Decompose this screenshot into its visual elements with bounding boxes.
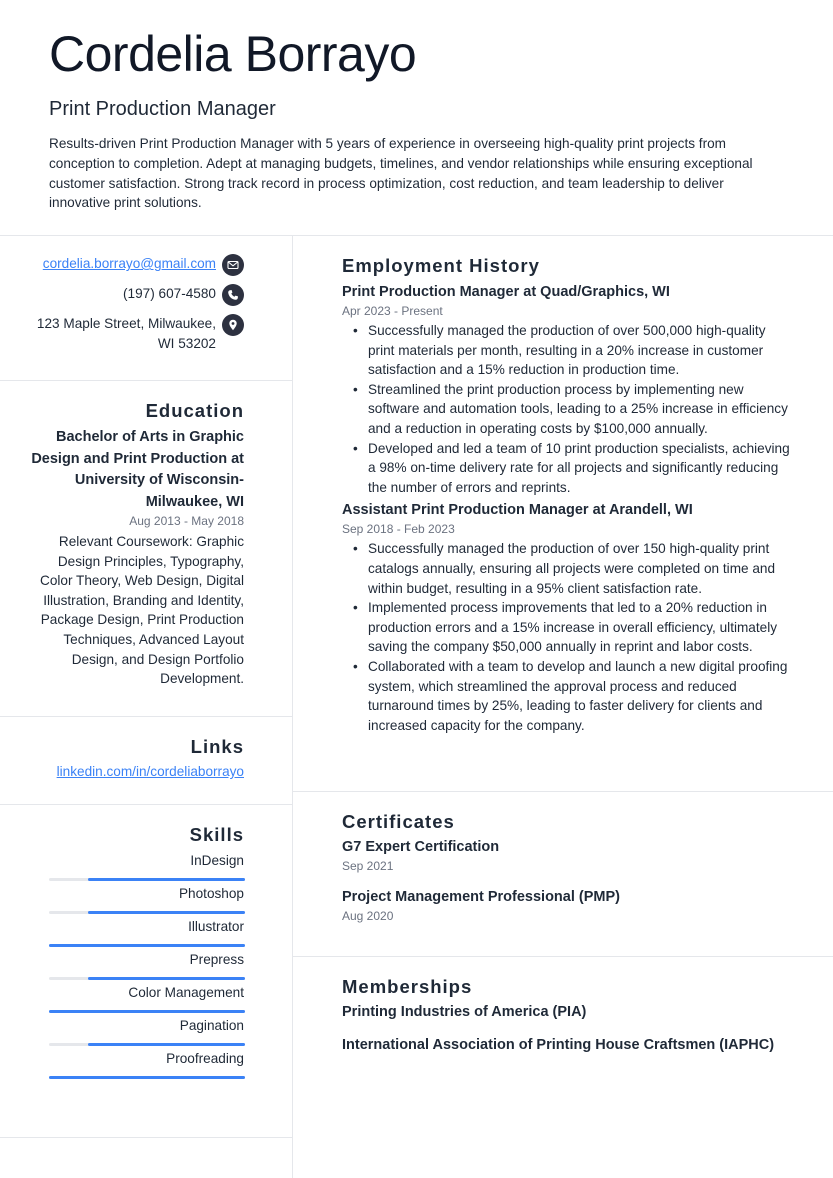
job-bullets: Successfully managed the production of o… (342, 539, 793, 735)
section-heading: Memberships (342, 976, 473, 997)
certificate-date: Aug 2020 (342, 909, 394, 923)
coursework: Relevant Coursework: Graphic Design Prin… (40, 534, 244, 687)
profile-summary: Results-driven Print Production Manager … (49, 136, 753, 211)
section-heading: Skills (189, 824, 244, 845)
skill-item: Proofreading (30, 1050, 245, 1079)
contact-email: cordelia.borrayo@gmail.com (30, 254, 244, 276)
candidate-name: Cordelia Borrayo (49, 26, 417, 82)
skill-level-fill (88, 911, 245, 914)
job-bullet: Successfully managed the production of o… (342, 321, 793, 380)
map-pin-icon (222, 314, 244, 336)
job-bullet: Collaborated with a team to develop and … (342, 657, 793, 735)
skill-name: InDesign (190, 853, 244, 868)
contact-section: cordelia.borrayo@gmail.com (197) 607-458… (0, 236, 292, 381)
skill-level-bar (49, 911, 245, 914)
job-bullet: Streamlined the print production process… (342, 380, 793, 439)
contact-phone: (197) 607-4580 (30, 284, 244, 306)
skills-section: Skills InDesign Photoshop Illustrator Prepr… (0, 805, 292, 1138)
skill-level-bar (49, 977, 245, 980)
job-title: Assistant Print Production Manager at Ar… (342, 502, 693, 519)
skill-name: Photoshop (178, 886, 244, 901)
certificate-item: Project Management Professional (PMP) Aug… (342, 887, 793, 925)
job-bullet: Successfully managed the production of o… (342, 539, 793, 598)
left-column: cordelia.borrayo@gmail.com (197) 607-458… (0, 236, 293, 1178)
skill-name: Pagination (179, 1018, 244, 1033)
phone-icon (222, 284, 244, 306)
education-section: Education Bachelor of Arts in Graphic De… (0, 381, 292, 717)
skill-item: Pagination (30, 1017, 245, 1046)
certificate-date: Sep 2021 (342, 859, 394, 873)
skill-name: Proofreading (166, 1051, 244, 1066)
skill-name: Prepress (189, 952, 244, 967)
skill-level-bar (49, 1010, 245, 1013)
degree: Bachelor of Arts in Graphic Design and P… (31, 429, 244, 510)
contact-address: 123 Maple Street, Milwaukee, WI 53202 (30, 314, 244, 354)
links-section: Links linkedin.com/in/cordeliaborrayo (0, 717, 292, 805)
address: 123 Maple Street, Milwaukee, WI 53202 (36, 316, 216, 351)
certificates-section: Certificates G7 Expert Certification Sep … (293, 792, 833, 957)
skill-level-fill (49, 1076, 245, 1079)
section-heading: Education (145, 400, 244, 421)
skill-level-fill (49, 1010, 245, 1013)
section-heading: Certificates (342, 811, 455, 832)
skill-level-fill (88, 977, 245, 980)
skill-level-fill (49, 944, 245, 947)
employment-section: Employment History Print Production Mana… (293, 236, 833, 792)
phone-number: (197) 607-4580 (123, 286, 216, 301)
envelope-icon (222, 254, 244, 276)
job-dates: Sep 2018 - Feb 2023 (342, 522, 455, 537)
section-heading: Links (190, 736, 244, 757)
certificate-name: G7 Expert Certification (342, 839, 500, 855)
skill-level-bar (49, 944, 245, 947)
skill-item: Illustrator (30, 918, 245, 947)
memberships-section: Memberships Printing Industries of Ameri… (293, 957, 833, 1056)
skill-item: InDesign (30, 852, 245, 881)
skill-name: Color Management (128, 985, 244, 1000)
email-link[interactable]: cordelia.borrayo@gmail.com (43, 256, 216, 271)
certificate-item: G7 Expert Certification Sep 2021 (342, 837, 793, 875)
right-column: Employment History Print Production Mana… (293, 236, 833, 1178)
skill-level-bar (49, 1043, 245, 1046)
job-entry: Print Production Manager at Quad/Graphic… (342, 282, 793, 497)
job-dates: Apr 2023 - Present (342, 304, 443, 318)
job-bullet: Implemented process improvements that le… (342, 598, 793, 657)
resume-body: cordelia.borrayo@gmail.com (197) 607-458… (0, 236, 833, 1178)
education-dates: Aug 2013 - May 2018 (129, 514, 244, 528)
skill-level-fill (88, 1043, 245, 1046)
linkedin-link[interactable]: linkedin.com/in/cordeliaborrayo (57, 762, 244, 782)
job-title: Print Production Manager at Quad/Graphic… (342, 284, 670, 300)
skill-level-fill (88, 878, 245, 881)
certificate-name: Project Management Professional (PMP) (342, 889, 620, 905)
skill-level-bar (49, 878, 245, 881)
job-bullet: Developed and led a team of 10 print pro… (342, 439, 793, 498)
membership-item: Printing Industries of America (PIA) (342, 1004, 587, 1020)
skill-level-bar (49, 1076, 245, 1079)
membership-item: International Association of Printing Ho… (342, 1037, 775, 1053)
job-bullets: Successfully managed the production of o… (342, 321, 793, 497)
job-entry: Assistant Print Production Manager at Ar… (342, 500, 793, 735)
skill-item: Color Management (30, 984, 245, 1013)
skill-item: Prepress (30, 951, 245, 980)
skill-name: Illustrator (188, 919, 244, 934)
section-heading: Employment History (342, 255, 540, 276)
resume-header: Cordelia Borrayo Print Production Manage… (0, 0, 833, 236)
job-title: Print Production Manager (49, 98, 276, 120)
skill-item: Photoshop (30, 885, 245, 914)
